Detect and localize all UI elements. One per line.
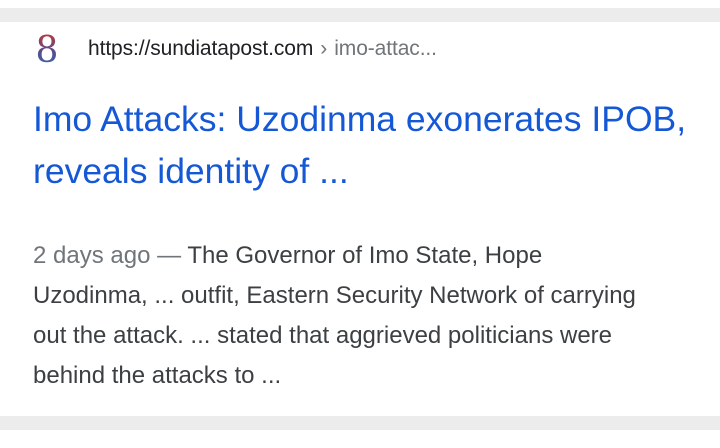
- breadcrumb-separator: ›: [320, 37, 328, 60]
- site-favicon-icon: 8: [33, 32, 61, 66]
- svg-text:8: 8: [36, 32, 59, 66]
- next-result-card: [0, 430, 720, 448]
- result-url-domain[interactable]: https://sundiatapost.com: [88, 37, 313, 61]
- date-separator: —: [157, 242, 182, 269]
- result-title-link[interactable]: Imo Attacks: Uzodinma exonerates IPOB, r…: [33, 93, 693, 197]
- previous-result-card: [0, 0, 720, 8]
- result-url-path[interactable]: imo-attac...: [334, 37, 437, 61]
- result-snippet: 2 days ago — The Governor of Imo State, …: [33, 236, 663, 396]
- result-source-row[interactable]: 8 https://sundiatapost.com › imo-attac..…: [33, 32, 437, 66]
- result-date: 2 days ago: [33, 242, 151, 269]
